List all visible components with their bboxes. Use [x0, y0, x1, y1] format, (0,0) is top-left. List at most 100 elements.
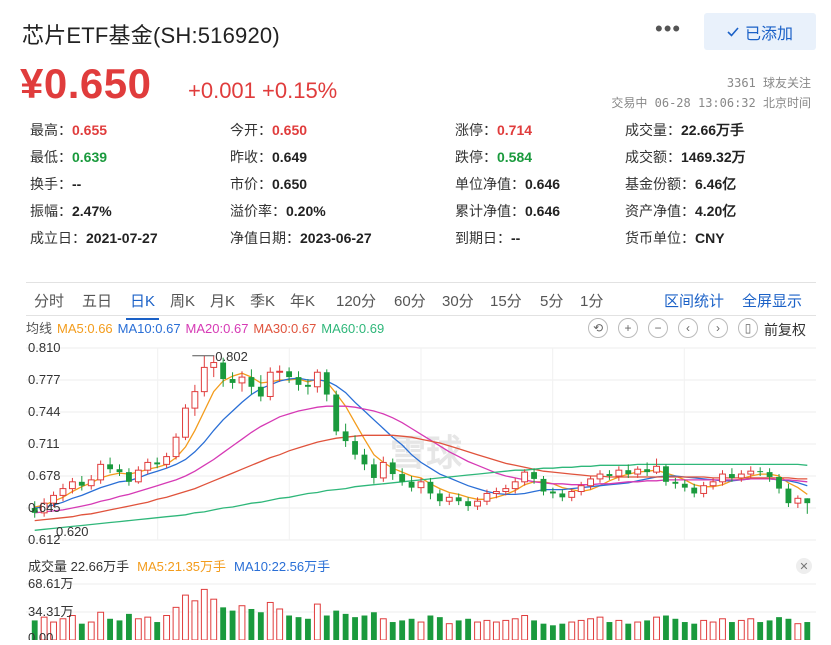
tab-period[interactable]: 五日 [82, 290, 112, 311]
candle-body [305, 384, 311, 387]
candle-body [615, 469, 623, 477]
quote-stat: 净值日期：2023-06-27 [230, 228, 372, 248]
volume-bar [163, 615, 171, 640]
tab-period[interactable]: 15分 [490, 290, 522, 311]
quote-stat: 货币单位：CNY [625, 228, 725, 248]
volume-bar [596, 616, 604, 640]
volume-bar [172, 606, 180, 640]
candle-body [474, 500, 481, 507]
volume-bar [709, 621, 717, 640]
volume-bar [653, 616, 660, 640]
ma-legend-title: 均线 [26, 321, 53, 336]
tab-period[interactable]: 60分 [394, 290, 426, 311]
range-stats-link[interactable]: 区间统计 [664, 290, 724, 311]
volume-bar [577, 619, 585, 640]
volume-bar [182, 594, 189, 640]
quote-stat: 最低：0.639 [30, 147, 107, 167]
volume-bar [427, 615, 434, 640]
volume-bar [540, 623, 547, 640]
fullscreen-link[interactable]: 全屏显示 [742, 290, 802, 311]
candle-body [492, 491, 500, 494]
ma-legend-item: MA10:0.67 [117, 321, 181, 336]
volume-axis-label: 68.61万 [28, 576, 74, 591]
high-price-label: 0.802 [215, 349, 248, 364]
quote-stat: 溢价率：0.20% [230, 201, 326, 221]
volume-bar [305, 618, 311, 640]
candle-body [408, 481, 415, 488]
quote-stat-value: 6.46亿 [695, 176, 737, 192]
zoom-out-icon[interactable]: − [648, 318, 668, 338]
tab-period[interactable]: 30分 [442, 290, 474, 311]
quote-stat-value: 1469.32万 [681, 149, 746, 165]
check-icon [727, 26, 739, 37]
candle-body [97, 463, 105, 481]
tab-period[interactable]: 年K [290, 290, 315, 311]
pan-right-icon[interactable]: › [708, 318, 728, 338]
quote-stat-value: 0.646 [525, 203, 561, 219]
candle-body [445, 496, 453, 502]
quote-stat: 涨停：0.714 [455, 120, 532, 140]
tab-period[interactable]: 月K [210, 290, 235, 311]
rehab-mode-select[interactable]: 前复权 [764, 320, 806, 340]
volume-bar [126, 613, 132, 640]
volume-bar [333, 610, 340, 640]
candle-body [766, 472, 773, 477]
candle-body [577, 485, 585, 493]
trading-status: 交易中 06-28 13:06:32 北京时间 [611, 96, 811, 110]
candle-icon[interactable]: ▯ [738, 318, 758, 338]
ma-legend-item: MA30:0.67 [253, 321, 317, 336]
tab-period[interactable]: 日K [125, 290, 160, 320]
ma-legend: 均线 MA5:0.66 MA10:0.67 MA20:0.67 MA30:0.67 MA6… [26, 318, 389, 337]
volume-bar [78, 623, 85, 640]
candle-body [191, 391, 199, 409]
volume-bar [531, 620, 537, 640]
candle-body [200, 366, 208, 393]
candle-body [134, 469, 142, 483]
volume-bar [144, 616, 152, 640]
candle-body [107, 464, 114, 470]
volume-bar [68, 615, 76, 640]
reset-icon[interactable]: ⟲ [588, 318, 608, 338]
candle-body [465, 501, 472, 507]
candle-body [691, 487, 698, 494]
quote-stat: 换手：-- [30, 174, 81, 194]
tab-period[interactable]: 5分 [540, 290, 563, 311]
volume-bar [399, 620, 406, 640]
volume-bar [549, 625, 556, 640]
volume-bar [747, 618, 755, 640]
quote-stat: 昨收：0.649 [230, 147, 307, 167]
candle-body [333, 394, 340, 432]
ma-legend-item: MA60:0.69 [321, 321, 385, 336]
candle-body [172, 436, 180, 458]
quote-stat-value: 0.655 [72, 122, 108, 138]
tab-period[interactable]: 1分 [580, 290, 603, 311]
quote-stat-value: 2021-07-27 [86, 230, 158, 246]
candle-body [389, 462, 396, 475]
zoom-in-icon[interactable]: + [618, 318, 638, 338]
quote-stat-label: 跌停： [455, 149, 497, 165]
quote-stat-label: 最高： [30, 122, 72, 138]
quote-stat-label: 成交额： [625, 149, 681, 165]
price-axis-label: 0.711 [28, 436, 60, 451]
followers-count[interactable]: 3361 球友关注 [727, 74, 811, 91]
quote-stat: 成交量：22.66万手 [625, 120, 744, 140]
volume-bar [465, 618, 472, 640]
candle-body [653, 465, 660, 473]
tab-period[interactable]: 季K [250, 290, 275, 311]
quote-stat: 单位净值：0.646 [455, 174, 560, 194]
quote-stat-label: 货币单位： [625, 230, 695, 246]
candle-body [154, 462, 161, 465]
tab-period[interactable]: 120分 [336, 290, 376, 311]
more-options-icon[interactable]: ••• [655, 16, 681, 42]
volume-bar [502, 619, 510, 640]
kline-chart[interactable]: 雪球0.8100.7770.7440.7110.6780.6450.6120.8… [26, 340, 816, 640]
quote-stat-label: 最低： [30, 149, 72, 165]
close-volume-icon[interactable]: ✕ [796, 558, 812, 574]
candle-body [427, 481, 434, 494]
tab-period[interactable]: 分时 [34, 290, 64, 311]
quote-stat-label: 净值日期： [230, 230, 300, 246]
pan-left-icon[interactable]: ‹ [678, 318, 698, 338]
candle-body [399, 474, 406, 482]
added-to-watchlist-button[interactable]: 已添加 [704, 13, 816, 50]
tab-period[interactable]: 周K [170, 290, 195, 311]
